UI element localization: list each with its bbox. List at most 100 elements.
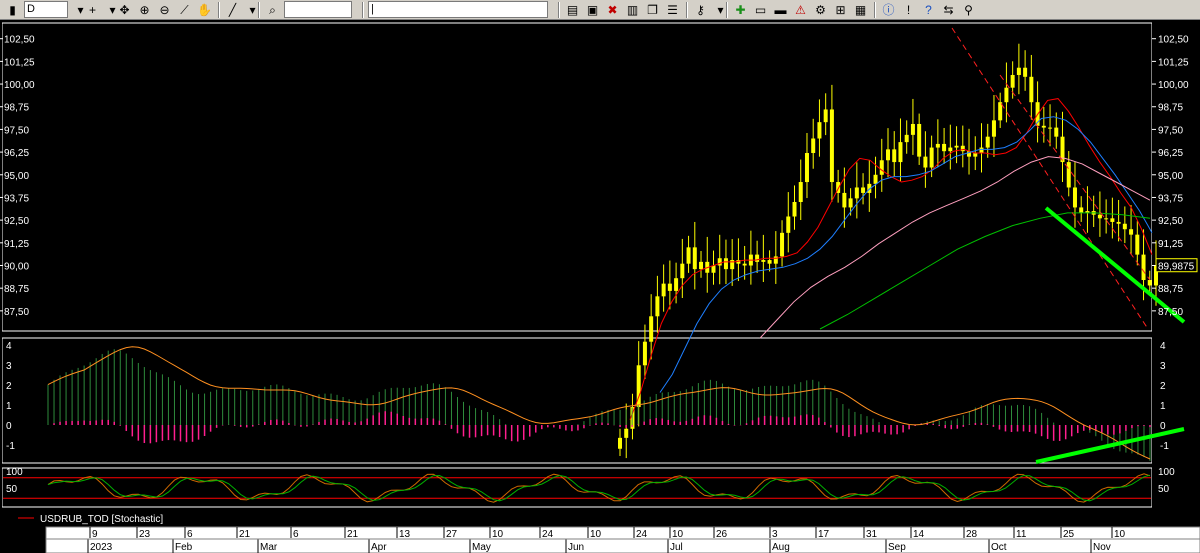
chart-area[interactable]: 102,50 102,50 101,25 101,25 100,00 100,00 98,7…: [0, 20, 1200, 553]
alert-icon[interactable]: ⚠: [792, 1, 809, 18]
sync-icon[interactable]: ⇆: [940, 1, 957, 18]
date-label-month: 2023: [90, 542, 113, 553]
price-label-left: 95,00: [4, 171, 29, 182]
candle-body: [1072, 187, 1077, 208]
toolbar-separator: [686, 2, 688, 18]
macd-label-left: -1: [6, 441, 15, 452]
search-icon[interactable]: ⌕: [264, 1, 281, 18]
date-label-month: Aug: [772, 542, 790, 553]
move-icon[interactable]: ✥: [116, 1, 133, 18]
candle-body: [686, 247, 691, 264]
price-label-left: 100,00: [4, 80, 35, 91]
date-label-month: Sep: [888, 542, 906, 553]
info-icon[interactable]: ⓘ: [880, 1, 897, 18]
instrument-field[interactable]: |: [368, 1, 548, 18]
save-icon[interactable]: ▣: [584, 1, 601, 18]
macd-label-right: 4: [1160, 341, 1166, 352]
candle-body: [618, 437, 622, 449]
candle-body: [1129, 229, 1134, 235]
macd-label-right: 0: [1160, 421, 1166, 432]
candle-body: [1079, 207, 1084, 213]
price-label-left: 88,75: [4, 284, 29, 295]
date-label-month: Mar: [260, 542, 278, 553]
date-label-day: 17: [818, 529, 830, 540]
layers-icon[interactable]: ☰: [664, 1, 681, 18]
date-label-month: Jul: [670, 542, 683, 553]
date-label-day: 13: [399, 529, 411, 540]
price-label-right: 101,25: [1158, 57, 1189, 68]
price-label-left: 98,75: [4, 103, 29, 114]
date-label-day: 24: [636, 529, 648, 540]
key-icon[interactable]: ⚷: [692, 1, 709, 18]
price-label-left: 90,00: [4, 261, 29, 272]
date-label-month: Oct: [991, 542, 1007, 553]
draw-line-icon[interactable]: ╱: [224, 1, 241, 18]
macd-label-left: 1: [6, 401, 12, 412]
candle-body: [717, 258, 722, 266]
delete-icon[interactable]: ✖: [604, 1, 621, 18]
candle-body: [823, 109, 828, 123]
price-label-left: 87,50: [4, 307, 29, 318]
candle-body: [854, 187, 859, 199]
left-axis-bg: [0, 20, 2, 508]
period-select[interactable]: D: [24, 1, 68, 18]
candle-body: [649, 316, 654, 342]
date-label-day: 10: [492, 529, 504, 540]
window-icon[interactable]: ▭: [752, 1, 769, 18]
zoom-icon[interactable]: ⊞: [832, 1, 849, 18]
candle-body: [723, 258, 728, 270]
macd-label-left: 0: [6, 421, 12, 432]
candle-body: [942, 143, 947, 152]
help-icon[interactable]: ?: [920, 1, 937, 18]
search-input[interactable]: [284, 1, 352, 18]
date-label-day: 26: [716, 529, 728, 540]
hand-icon[interactable]: ✋: [196, 1, 213, 18]
candle-body: [861, 187, 866, 193]
notify-icon[interactable]: !: [900, 1, 917, 18]
candle-body: [1122, 223, 1127, 230]
price-panel[interactable]: [1, 22, 1153, 332]
date-label-day: 11: [1016, 529, 1027, 540]
candle-body: [848, 198, 853, 208]
ruler-icon[interactable]: ⟋: [176, 1, 193, 18]
candle-body: [661, 283, 666, 297]
price-label-left: 97,50: [4, 125, 29, 136]
properties-icon[interactable]: ▥: [624, 1, 641, 18]
gear-icon[interactable]: ⚙: [812, 1, 829, 18]
macd-label-left: 3: [6, 361, 12, 372]
candle-body: [1016, 67, 1021, 75]
candle-body: [991, 120, 996, 137]
candle-body: [786, 216, 791, 233]
zoom-out-icon[interactable]: ⊖: [156, 1, 173, 18]
candle-body: [699, 261, 704, 270]
toolbar-separator: [362, 2, 364, 18]
macd-label-right: 3: [1160, 361, 1166, 372]
copy-icon[interactable]: ❐: [644, 1, 661, 18]
date-label-day: 3: [772, 529, 778, 540]
chart-type-icon[interactable]: ▮: [4, 1, 21, 18]
template-icon[interactable]: ▦: [852, 1, 869, 18]
candle-body: [1135, 234, 1140, 255]
stoch-label-right: 100: [1158, 467, 1175, 478]
candle-body: [624, 428, 629, 438]
price-label-right: 87,50: [1158, 307, 1183, 318]
candle-body: [655, 296, 660, 317]
date-label-day: 6: [187, 529, 193, 540]
stoch-label-left: 50: [6, 484, 18, 495]
candle-body: [904, 134, 909, 143]
candle-body: [767, 260, 772, 264]
candle-body: [667, 283, 672, 291]
toolbar-separator: [218, 2, 220, 18]
date-label-month: May: [472, 542, 491, 553]
crosshair-icon[interactable]: +: [84, 1, 101, 18]
add-icon[interactable]: ✚: [732, 1, 749, 18]
pin-icon[interactable]: ⚲: [960, 1, 977, 18]
zoom-in-icon[interactable]: ⊕: [136, 1, 153, 18]
stoch-label-right: 50: [1158, 484, 1170, 495]
candle-body: [674, 278, 679, 291]
print-icon[interactable]: ▤: [564, 1, 581, 18]
toolbar-separator: [874, 2, 876, 18]
window2-icon[interactable]: ▬: [772, 1, 789, 18]
date-label-day: 24: [542, 529, 554, 540]
stochastic-panel[interactable]: [1, 467, 1153, 508]
